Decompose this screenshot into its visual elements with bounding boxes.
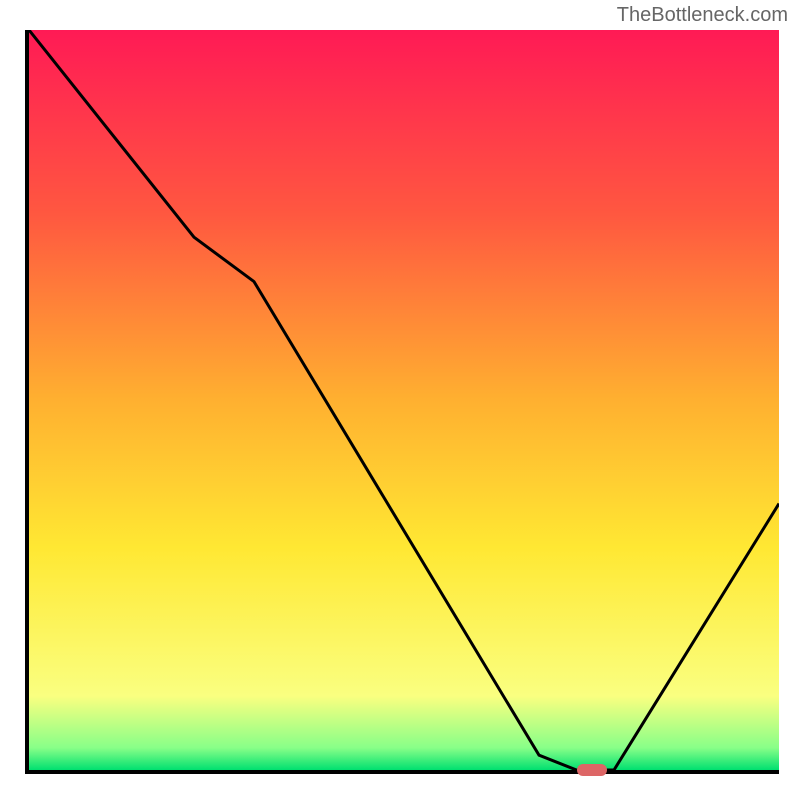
plot-area	[25, 30, 779, 774]
watermark: TheBottleneck.com	[617, 4, 788, 27]
curve-svg	[29, 30, 779, 770]
optimal-marker	[577, 764, 607, 776]
bottleneck-curve	[29, 30, 779, 770]
chart-container: TheBottleneck.com	[0, 0, 800, 800]
